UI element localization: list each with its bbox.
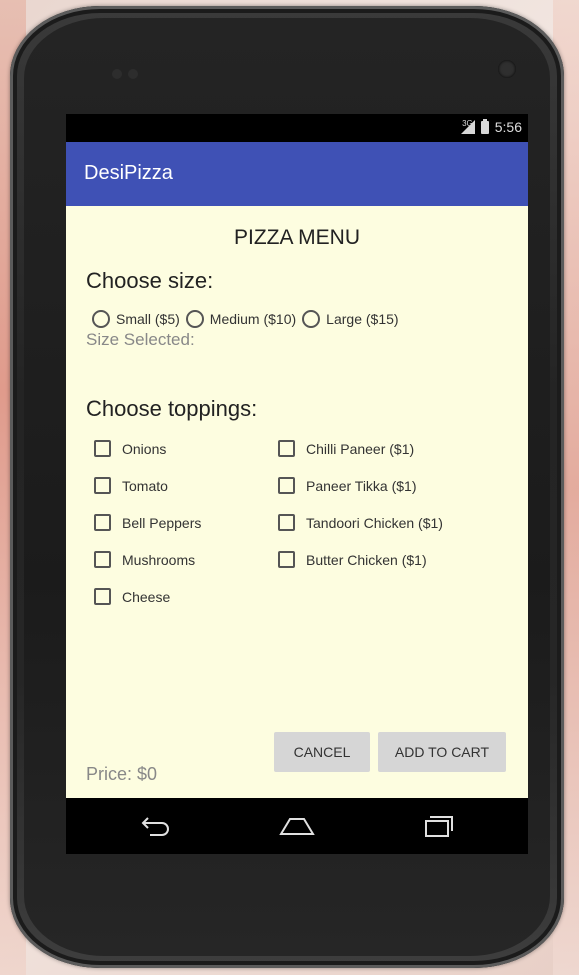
menu-title: PIZZA MENU	[233, 226, 360, 249]
navigation-bar	[66, 798, 528, 854]
checkbox-icon	[94, 514, 111, 531]
home-icon[interactable]	[277, 812, 317, 840]
radio-circle-icon	[302, 310, 321, 328]
topping-checkbox-tomato[interactable]: Tomato	[94, 477, 168, 494]
clock: 5:56	[494, 119, 522, 135]
price-label: Price: $0	[86, 764, 158, 784]
checkbox-icon	[278, 440, 295, 457]
size-selected-label: Size Selected:	[86, 330, 195, 349]
checkbox-icon	[94, 477, 111, 494]
topping-label: Onions	[122, 440, 167, 457]
back-icon[interactable]	[136, 812, 176, 840]
app-bar: DesiPizza	[66, 142, 528, 206]
checkbox-icon	[278, 551, 295, 568]
checkbox-icon	[278, 477, 295, 494]
topping-checkbox-tandoori-chicken[interactable]: Tandoori Chicken ($1)	[278, 514, 443, 531]
battery-icon	[480, 118, 489, 134]
checkbox-icon	[94, 588, 111, 605]
topping-checkbox-butter-chicken[interactable]: Butter Chicken ($1)	[278, 551, 427, 568]
size-radio-small[interactable]: Small ($5)	[92, 310, 180, 328]
size-radio-medium[interactable]: Medium ($10)	[185, 310, 297, 328]
checkbox-icon	[278, 514, 295, 531]
topping-checkbox-onions[interactable]: Onions	[94, 440, 166, 457]
topping-checkbox-chilli-paneer[interactable]: Chilli Paneer ($1)	[278, 440, 414, 457]
topping-label: Bell Peppers	[122, 514, 202, 531]
topping-label: Butter Chicken ($1)	[306, 551, 427, 568]
topping-label: Cheese	[122, 588, 171, 605]
app-title: DesiPizza	[84, 162, 173, 184]
topping-label: Tomato	[122, 477, 168, 494]
size-label: Small ($5)	[116, 311, 180, 327]
size-section-title: Choose size:	[86, 268, 214, 293]
recents-icon[interactable]	[418, 812, 458, 840]
add-to-cart-button[interactable]: ADD TO CART	[378, 732, 506, 772]
toppings-section-title: Choose toppings:	[86, 396, 258, 421]
device-screen: 3G 5:56 DesiPizza PIZZA MENU Choose size…	[66, 114, 528, 854]
size-radio-large[interactable]: Large ($15)	[302, 310, 399, 328]
topping-label: Chilli Paneer ($1)	[306, 440, 415, 457]
menu-content: PIZZA MENU Choose size: Small ($5) Mediu…	[66, 206, 528, 798]
signal-icon	[460, 120, 475, 134]
topping-checkbox-paneer-tikka[interactable]: Paneer Tikka ($1)	[278, 477, 417, 494]
topping-label: Mushrooms	[122, 551, 196, 568]
topping-label: Paneer Tikka ($1)	[306, 477, 417, 494]
size-label: Medium ($10)	[209, 311, 297, 327]
topping-checkbox-mushrooms[interactable]: Mushrooms	[94, 551, 195, 568]
checkbox-icon	[94, 551, 111, 568]
status-icons: 3G 5:56	[460, 118, 522, 135]
size-radio-group: Small ($5) Medium ($10) Large ($15)	[92, 310, 405, 328]
status-bar: 3G 5:56	[66, 114, 528, 142]
topping-checkbox-cheese[interactable]: Cheese	[94, 588, 170, 605]
cancel-button[interactable]: CANCEL	[274, 732, 370, 772]
topping-label: Tandoori Chicken ($1)	[306, 514, 443, 531]
topping-checkbox-bell-peppers[interactable]: Bell Peppers	[94, 514, 201, 531]
radio-circle-icon	[92, 310, 110, 328]
speaker-grille	[112, 66, 152, 79]
front-camera	[498, 60, 516, 78]
checkbox-icon	[94, 440, 111, 457]
radio-circle-icon	[185, 310, 204, 328]
size-label: Large ($15)	[326, 311, 399, 327]
